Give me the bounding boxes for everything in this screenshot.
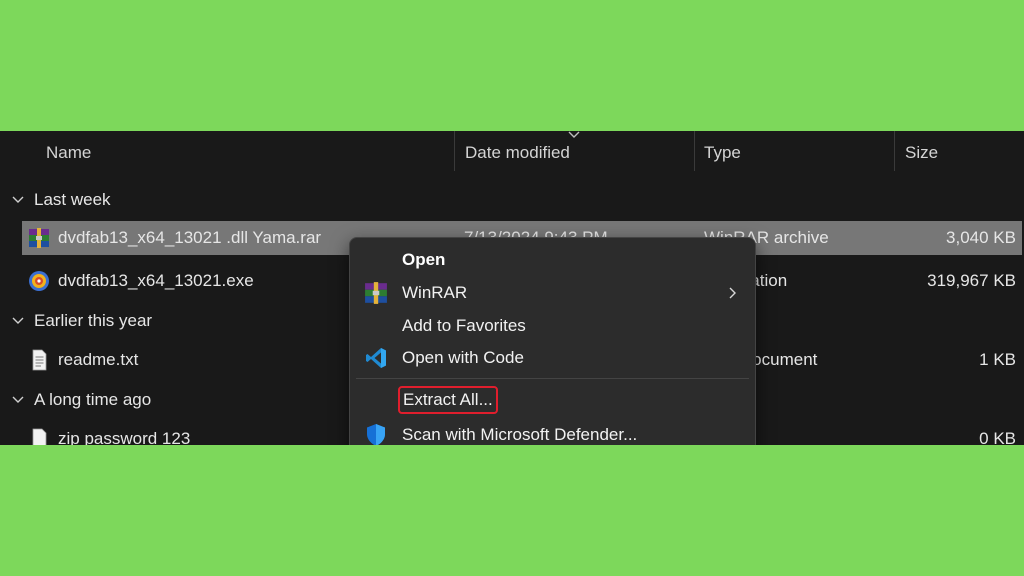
chevron-down-icon: [12, 396, 24, 403]
menu-item-label: Scan with Microsoft Defender...: [402, 425, 638, 444]
menu-item-extract-all[interactable]: Extract All...: [350, 386, 755, 419]
file-icon: [32, 428, 47, 445]
file-size: 319,967 KB: [927, 271, 1016, 290]
menu-item-label: WinRAR: [402, 283, 468, 302]
dvdfab-icon: [29, 271, 49, 291]
file-explorer-window: Name Date modified Type Size Last week d…: [0, 131, 1024, 445]
file-size: 3,040 KB: [946, 228, 1016, 247]
menu-separator: [356, 378, 749, 379]
column-divider[interactable]: [694, 131, 695, 171]
highlight-box: Extract All...: [398, 386, 498, 414]
vscode-icon: [366, 348, 386, 368]
group-label: Last week: [34, 190, 111, 209]
column-header-row: Name Date modified Type Size: [0, 131, 1024, 177]
group-label: A long time ago: [34, 390, 152, 409]
winrar-icon: [29, 228, 49, 248]
file-name: readme.txt: [58, 350, 139, 369]
chevron-right-icon: [729, 287, 736, 299]
file-size: 0 KB: [979, 429, 1016, 445]
menu-item-open-with-code[interactable]: Open with Code: [350, 342, 755, 374]
winrar-icon: [365, 282, 387, 304]
menu-item-add-to-favorites[interactable]: Add to Favorites: [350, 310, 755, 342]
column-header-name[interactable]: Name: [46, 131, 91, 173]
column-header-size[interactable]: Size: [905, 131, 938, 173]
column-header-date-modified[interactable]: Date modified: [465, 131, 570, 173]
menu-item-label: Open with Code: [402, 348, 524, 367]
defender-shield-icon: [367, 424, 385, 445]
file-name: dvdfab13_x64_13021.exe: [58, 271, 254, 290]
text-file-icon: [32, 349, 47, 371]
menu-item-scan-with-microsoft-defender[interactable]: Scan with Microsoft Defender...: [350, 419, 755, 445]
menu-item-label: Add to Favorites: [402, 316, 526, 335]
file-name: zip password 123: [58, 429, 191, 445]
file-name: dvdfab13_x64_13021 .dll Yama.rar: [58, 228, 322, 247]
chevron-down-icon: [12, 196, 24, 203]
column-header-type[interactable]: Type: [704, 131, 741, 173]
menu-item-label: Open: [402, 250, 446, 269]
menu-item-open[interactable]: Open: [350, 244, 755, 276]
menu-item-label: Extract All...: [403, 390, 493, 409]
context-menu: Open WinRAR Add to Favorites Open with C…: [349, 237, 756, 445]
chevron-down-icon: [12, 317, 24, 324]
column-divider[interactable]: [894, 131, 895, 171]
column-divider[interactable]: [454, 131, 455, 171]
file-size: 1 KB: [979, 350, 1016, 369]
group-label: Earlier this year: [34, 311, 153, 330]
menu-item-winrar[interactable]: WinRAR: [350, 277, 755, 309]
